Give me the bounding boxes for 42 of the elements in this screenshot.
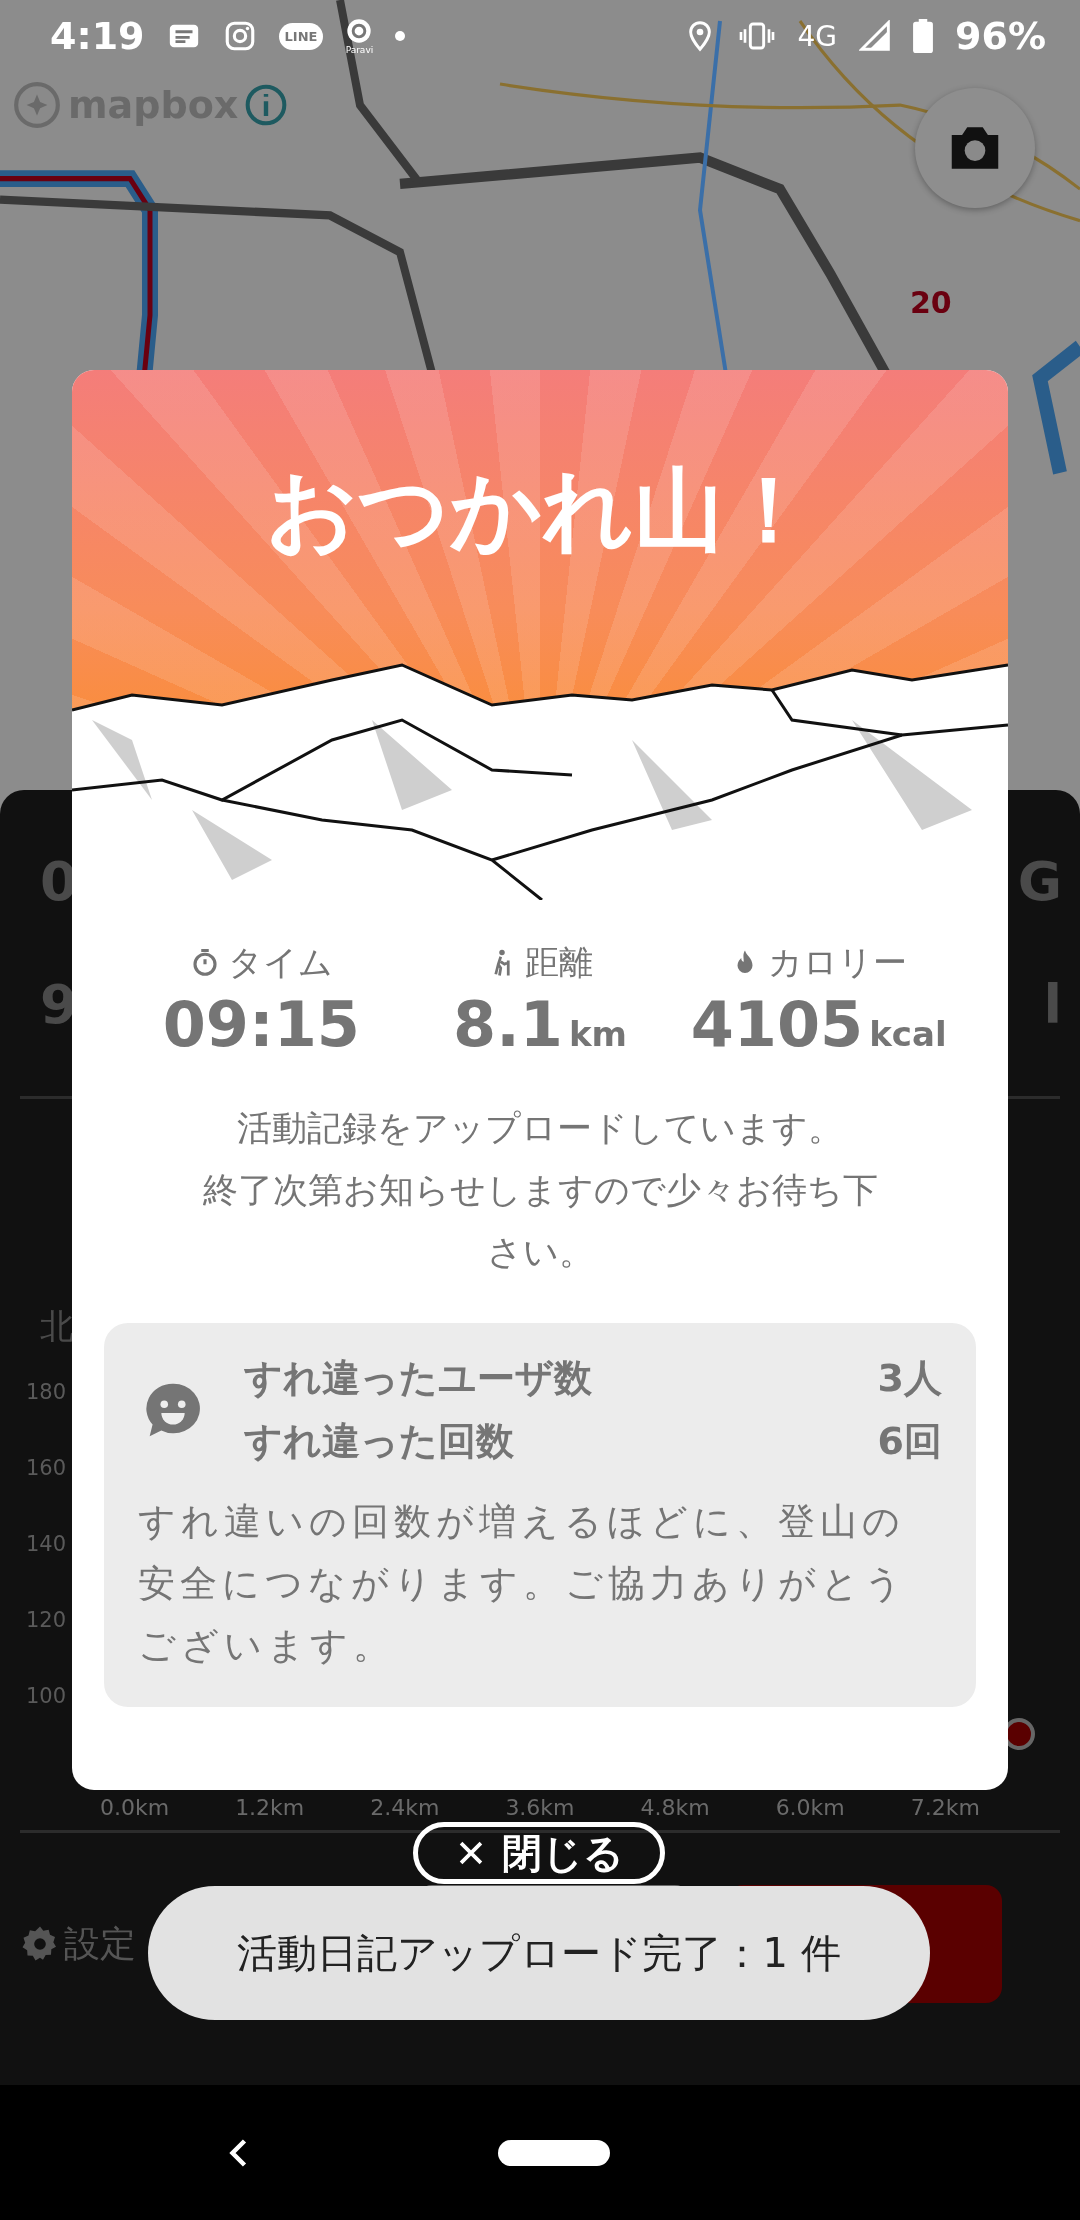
- circle-c-icon: [345, 17, 374, 45]
- stat-fragment: 9: [40, 973, 78, 1036]
- signal-icon: [859, 20, 892, 52]
- stat-value: 09:15: [162, 988, 360, 1061]
- upload-toast: 活動日記アップロード完了：1 件: [148, 1886, 930, 2020]
- stat-fragment: l: [1043, 973, 1062, 1036]
- axis-label: 4.8km: [640, 1796, 710, 1820]
- axis-label: 100: [26, 1684, 67, 1708]
- stat-value: 8.1: [453, 988, 563, 1061]
- axis-label: 6.0km: [775, 1796, 845, 1820]
- battery-percent: 96%: [955, 14, 1046, 58]
- upload-message: 活動記録をアップロードしています。: [236, 1107, 844, 1150]
- axis-label: 0.0km: [100, 1796, 170, 1820]
- map-label: 20: [910, 285, 952, 320]
- chart-label: 北: [40, 1305, 74, 1348]
- encounter-note: すれ違いの回数が増えるほどに、登山の安全につながります。ご協力ありがとうございます。: [138, 1499, 908, 1669]
- battery-icon: [913, 19, 934, 53]
- axis-label: 3.6km: [505, 1796, 575, 1820]
- axis-label: 140: [26, 1532, 67, 1556]
- encounter-count: 3人: [877, 1355, 942, 1402]
- axis-label: 2.4km: [370, 1796, 440, 1820]
- axis-label: 160: [26, 1456, 67, 1480]
- home-button[interactable]: [498, 2139, 610, 2166]
- stat-label: 距離: [525, 941, 593, 984]
- axis-label: 180: [26, 1380, 67, 1404]
- stat-unit: kcal: [869, 1014, 947, 1054]
- stat-unit: km: [568, 1014, 627, 1054]
- axis-label: 120: [26, 1608, 67, 1632]
- stat-label: タイム: [227, 941, 333, 984]
- stat-fragment: G: [1017, 850, 1062, 913]
- status-time: 4:19: [50, 14, 145, 58]
- stat-label: カロリー: [768, 941, 908, 984]
- encounter-label: すれ違った回数: [244, 1418, 514, 1465]
- dialog-title: おつかれ山！: [266, 456, 814, 564]
- stat-value: 4105: [690, 988, 864, 1061]
- axis-label: 7.2km: [910, 1796, 980, 1820]
- upload-message: 終了次第お知らせしますので少々お待ち下さい。: [201, 1169, 879, 1274]
- encounter-count: 6回: [877, 1418, 942, 1465]
- dot-icon: [395, 31, 406, 41]
- axis-label: 1.2km: [235, 1796, 305, 1820]
- encounter-label: すれ違ったユーザ数: [244, 1355, 592, 1402]
- vibrate-icon: [737, 20, 776, 52]
